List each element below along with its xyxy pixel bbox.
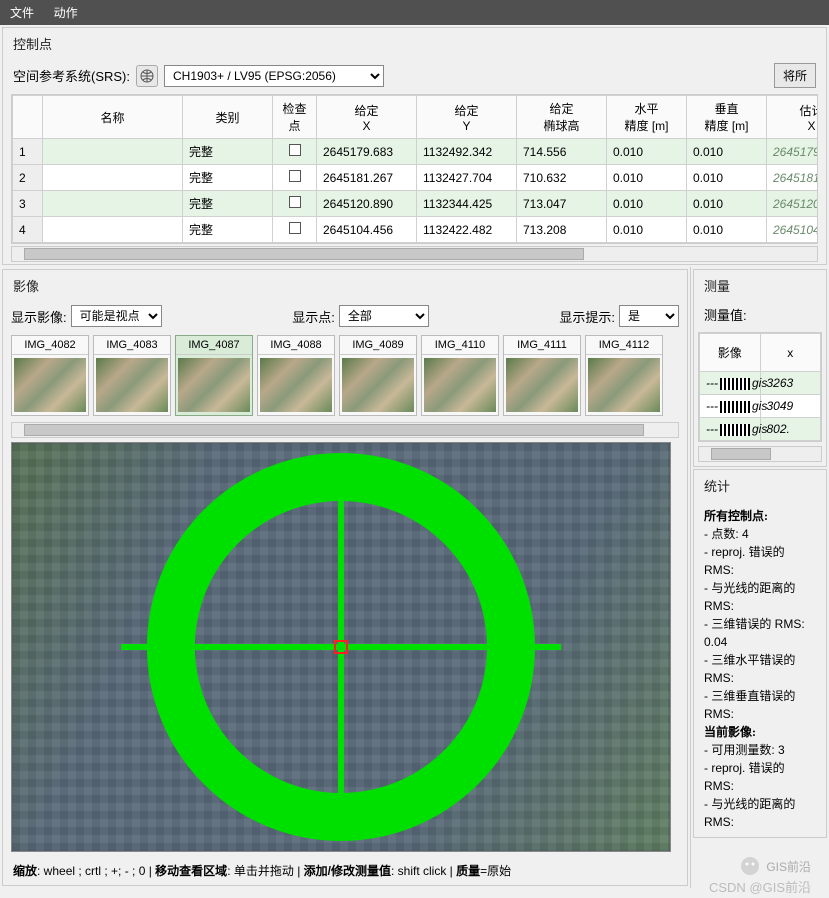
cp-header[interactable]: 名称 <box>43 96 183 139</box>
thumbnail-label: IMG_4082 <box>12 336 88 355</box>
checkbox[interactable] <box>289 144 301 156</box>
thumbnail-label: IMG_4112 <box>586 336 662 355</box>
wechat-icon <box>740 856 760 876</box>
control-points-hscroll[interactable] <box>11 246 818 262</box>
table-row[interactable]: ---gis 3263 <box>700 372 821 395</box>
cp-header[interactable]: 垂直精度 [m] <box>687 96 767 139</box>
thumbnail-label: IMG_4089 <box>340 336 416 355</box>
control-points-table[interactable]: 名称类别检查点给定X给定Y给定椭球高水平精度 [m]垂直精度 [m]估计X 1 … <box>12 95 818 243</box>
globe-icon <box>140 69 154 83</box>
checkbox[interactable] <box>289 196 301 208</box>
watermark-sub: CSDN @GIS前沿 <box>709 877 811 896</box>
cp-header[interactable]: 检查点 <box>273 96 317 139</box>
viewer-hint: 缩放: wheel ; crtl ; +; - ; 0 | 移动查看区域: 单击… <box>3 856 687 885</box>
srs-picker-button[interactable] <box>136 65 158 87</box>
thumbnail-IMG_4088[interactable]: IMG_4088 <box>257 335 335 416</box>
thumbnail-IMG_4111[interactable]: IMG_4111 <box>503 335 581 416</box>
images-title: 影像 <box>3 270 687 301</box>
table-row[interactable]: 1 完整 2645179.6831132492.342714.5560.0100… <box>13 139 819 165</box>
stats-panel: 统计 所有控制点: - 点数: 4- reproj. 错误的 RMS:- 与光线… <box>693 469 827 838</box>
show-point-select[interactable]: 全部 <box>339 305 429 327</box>
table-row[interactable]: 2 完整 2645181.2671132427.704710.6320.0100… <box>13 165 819 191</box>
control-points-table-wrap: 名称类别检查点给定X给定Y给定椭球高水平精度 [m]垂直精度 [m]估计X 1 … <box>11 94 818 244</box>
cp-header[interactable]: 给定X <box>317 96 417 139</box>
images-panel: 影像 显示影像: 可能是视点 显示点: 全部 显示提示: 是 IMG_4082 … <box>2 269 688 886</box>
cp-header[interactable]: 类别 <box>183 96 273 139</box>
menu-action[interactable]: 动作 <box>54 6 78 20</box>
measurement-table[interactable]: 影像x ---gis 3263 ---gis 3049 ---gis 802. <box>699 333 821 441</box>
checkbox[interactable] <box>289 170 301 182</box>
cp-header[interactable]: 水平精度 [m] <box>607 96 687 139</box>
table-row[interactable]: ---gis 3049 <box>700 395 821 418</box>
apply-all-button[interactable]: 将所 <box>774 63 816 88</box>
thumbnail-IMG_4110[interactable]: IMG_4110 <box>421 335 499 416</box>
table-row[interactable]: 3 完整 2645120.8901132344.425713.0470.0100… <box>13 191 819 217</box>
show-hint-label: 显示提示: <box>559 307 615 326</box>
thumbnail-IMG_4087[interactable]: IMG_4087 <box>175 335 253 416</box>
show-hint-select[interactable]: 是 <box>619 305 679 327</box>
control-points-title: 控制点 <box>3 28 826 59</box>
thumbnail-label: IMG_4083 <box>94 336 170 355</box>
meas-header[interactable]: x <box>760 334 821 372</box>
show-point-label: 显示点: <box>292 307 335 326</box>
thumbnail-IMG_4112[interactable]: IMG_4112 <box>585 335 663 416</box>
measurement-hscroll[interactable] <box>698 446 822 462</box>
barcode-icon <box>720 401 750 413</box>
thumbnail-strip: IMG_4082 IMG_4083 IMG_4087 IMG_4088 IMG_… <box>3 331 687 420</box>
stats-body: 所有控制点: - 点数: 4- reproj. 错误的 RMS:- 与光线的距离… <box>694 501 826 837</box>
cp-header[interactable]: 给定Y <box>417 96 517 139</box>
measurement-title: 测量 <box>694 270 826 301</box>
meas-header[interactable]: 影像 <box>700 334 761 372</box>
crosshair-icon <box>81 447 601 847</box>
measurement-value-label: 测量值: <box>704 305 747 324</box>
thumbnail-label: IMG_4110 <box>422 336 498 355</box>
table-row[interactable]: ---gis 802. <box>700 418 821 441</box>
show-image-label: 显示影像: <box>11 307 67 326</box>
barcode-icon <box>720 424 750 436</box>
stats-title: 统计 <box>694 470 826 501</box>
srs-label: 空间参考系统(SRS): <box>13 66 130 85</box>
cp-header[interactable]: 给定椭球高 <box>517 96 607 139</box>
show-image-select[interactable]: 可能是视点 <box>71 305 162 327</box>
measurement-panel: 测量 测量值: 影像x ---gis 3263 ---gis 3049 ---g… <box>693 269 827 467</box>
cp-header[interactable]: 估计X <box>767 96 819 139</box>
thumbnail-hscroll[interactable] <box>11 422 679 438</box>
thumbnail-IMG_4089[interactable]: IMG_4089 <box>339 335 417 416</box>
thumbnail-label: IMG_4088 <box>258 336 334 355</box>
table-row[interactable]: 4 完整 2645104.4561132422.482713.2080.0100… <box>13 217 819 243</box>
watermark: GIS前沿 <box>740 856 811 876</box>
thumbnail-IMG_4083[interactable]: IMG_4083 <box>93 335 171 416</box>
thumbnail-IMG_4082[interactable]: IMG_4082 <box>11 335 89 416</box>
srs-select[interactable]: CH1903+ / LV95 (EPSG:2056) <box>164 65 384 87</box>
menu-file[interactable]: 文件 <box>10 6 34 20</box>
image-viewer[interactable] <box>11 442 671 852</box>
thumbnail-label: IMG_4111 <box>504 336 580 355</box>
menu-bar: 文件 动作 <box>0 0 829 25</box>
checkbox[interactable] <box>289 222 301 234</box>
thumbnail-label: IMG_4087 <box>176 336 252 355</box>
barcode-icon <box>720 378 750 390</box>
control-points-panel: 控制点 空间参考系统(SRS): CH1903+ / LV95 (EPSG:20… <box>2 27 827 265</box>
